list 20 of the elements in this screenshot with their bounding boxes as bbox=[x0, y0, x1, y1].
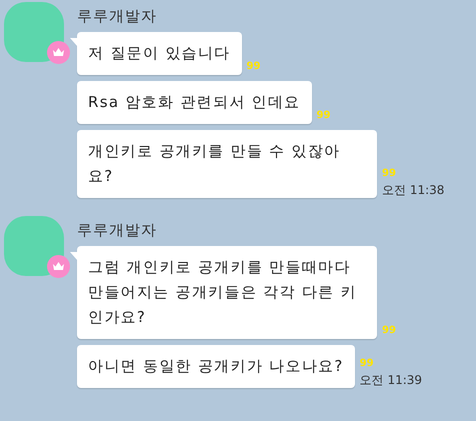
message-bubble[interactable]: 그럼 개인키로 공개키를 만들때마다 만들어지는 공개키들은 각각 다른 키인가요? bbox=[77, 246, 377, 339]
message-bubble[interactable]: 개인키로 공개키를 만들 수 있잖아요? bbox=[77, 130, 377, 198]
unread-count: 99 bbox=[360, 358, 374, 370]
bubble-tail bbox=[70, 38, 78, 47]
message-time: 오전 11:39 bbox=[360, 372, 422, 388]
sender-name: 루루개발자 bbox=[77, 220, 158, 240]
sender-name: 루루개발자 bbox=[77, 6, 158, 26]
message-bubble[interactable]: 아니면 동일한 공개키가 나오나요? bbox=[77, 345, 355, 388]
avatar[interactable] bbox=[4, 216, 64, 276]
message-bubble[interactable]: Rsa 암호화 관련되서 인데요 bbox=[77, 81, 312, 124]
crown-badge-icon bbox=[47, 41, 70, 64]
unread-count: 99 bbox=[316, 110, 330, 122]
unread-count: 99 bbox=[382, 325, 396, 337]
crown-badge-icon bbox=[47, 255, 70, 278]
unread-count: 99 bbox=[382, 168, 396, 180]
message-time: 오전 11:38 bbox=[382, 182, 444, 198]
avatar[interactable] bbox=[4, 2, 64, 62]
bubble-tail bbox=[70, 252, 78, 261]
unread-count: 99 bbox=[246, 61, 260, 73]
message-bubble[interactable]: 저 질문이 있습니다 bbox=[77, 32, 242, 75]
